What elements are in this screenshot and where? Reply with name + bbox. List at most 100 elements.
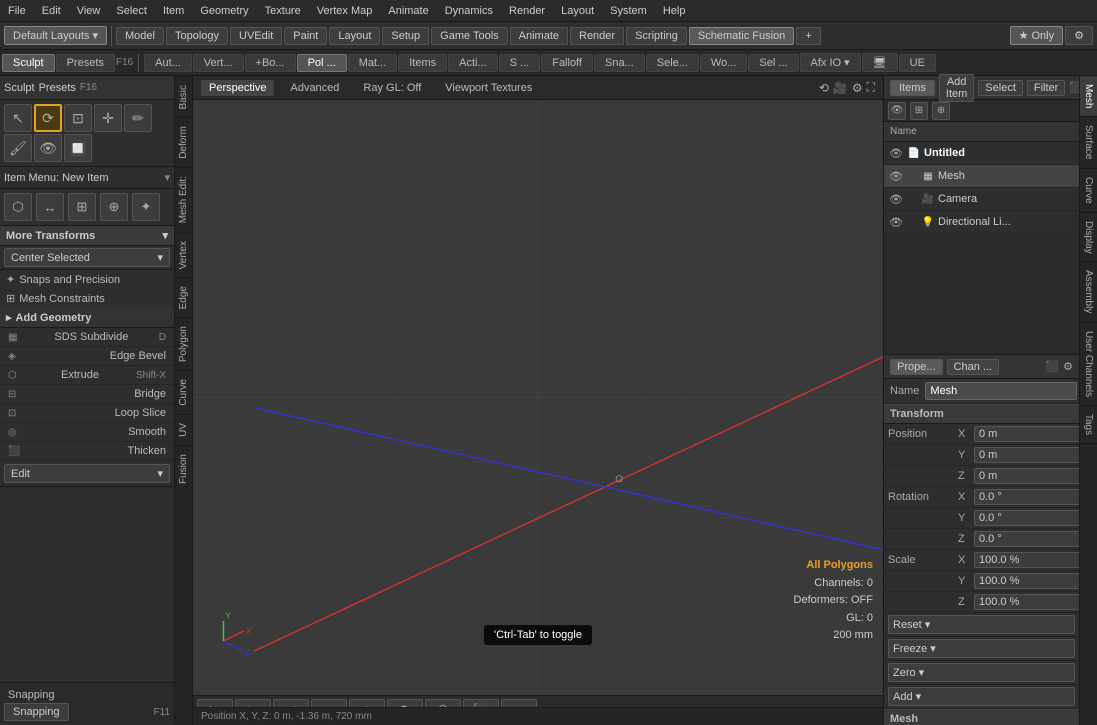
brush-falloff[interactable]: Falloff — [541, 54, 593, 72]
select-btn[interactable]: Select — [978, 80, 1023, 96]
tab-uvedit[interactable]: UVEdit — [230, 27, 282, 45]
menu-texture[interactable]: Texture — [257, 3, 309, 19]
tool-bridge[interactable]: ⊟ Bridge — [0, 385, 174, 404]
vert-tab-polygon[interactable]: Polygon — [175, 317, 192, 370]
menu-select[interactable]: Select — [108, 3, 155, 19]
brush-bo[interactable]: +Bo... — [245, 54, 296, 72]
snaps-precision-item[interactable]: ✦ Snaps and Precision — [0, 270, 174, 289]
right-vert-tab-userchannels[interactable]: User Channels — [1080, 323, 1097, 406]
more-transforms-header[interactable]: More Transforms ▾ — [0, 226, 174, 246]
right-vert-tab-assembly[interactable]: Assembly — [1080, 262, 1097, 322]
menu-animate[interactable]: Animate — [380, 3, 436, 19]
scale-x-input[interactable] — [974, 552, 1079, 568]
brush-items[interactable]: Items — [398, 54, 447, 72]
menu-geometry[interactable]: Geometry — [192, 3, 256, 19]
tool-rotate[interactable]: ⟳ — [34, 104, 62, 132]
vert-tab-uv[interactable]: UV — [175, 414, 192, 445]
pos-y-input[interactable] — [974, 447, 1079, 463]
tree-item-directional-light[interactable]: 👁 💡 Directional Li... — [884, 211, 1079, 234]
tab-gametools[interactable]: Game Tools — [431, 27, 508, 45]
tx-icon1[interactable]: ⬡ — [4, 193, 32, 221]
settings-btn[interactable]: ⚙ — [1065, 26, 1093, 45]
filter-btn[interactable]: Filter — [1027, 80, 1065, 96]
menu-system[interactable]: System — [602, 3, 655, 19]
items-tb-icon1[interactable]: 👁 — [888, 102, 906, 120]
tx-icon2[interactable]: ↔ — [36, 193, 64, 221]
vp-tab-textures[interactable]: Viewport Textures — [437, 80, 540, 96]
brush-wo[interactable]: Wo... — [700, 54, 747, 72]
menu-render[interactable]: Render — [501, 3, 553, 19]
tool-eye[interactable]: 👁 — [34, 134, 62, 162]
right-vert-tab-surface[interactable]: Surface — [1080, 117, 1097, 168]
add-geometry-header[interactable]: ▸ Add Geometry — [0, 308, 174, 328]
brush-ue[interactable]: UE — [899, 54, 936, 72]
tab-render[interactable]: Render — [570, 27, 624, 45]
pos-x-input[interactable] — [974, 426, 1079, 442]
zero-btn[interactable]: Zero ▾ — [888, 663, 1075, 682]
brush-sele[interactable]: Sele... — [646, 54, 699, 72]
vert-tab-basic[interactable]: Basic — [175, 76, 192, 117]
vp-icon-expand[interactable]: ⛶ — [867, 80, 875, 95]
tool-brush[interactable]: 🖌 — [4, 134, 32, 162]
tool-edge-bevel[interactable]: ◈ Edge Bevel — [0, 347, 174, 366]
brush-monitor[interactable]: 🖥 — [862, 53, 898, 72]
vert-tab-vertex[interactable]: Vertex — [175, 232, 192, 277]
sculpt-mode-btn[interactable]: Sculpt — [2, 54, 55, 72]
add-item-btn[interactable]: Add Item — [939, 74, 974, 102]
items-tab[interactable]: Items — [890, 80, 935, 96]
tool-scale[interactable]: ⊡ — [64, 104, 92, 132]
vert-tab-curve[interactable]: Curve — [175, 370, 192, 414]
tx-icon5[interactable]: ✦ — [132, 193, 160, 221]
brush-acti[interactable]: Acti... — [448, 54, 498, 72]
vp-tab-raygl[interactable]: Ray GL: Off — [355, 80, 429, 96]
menu-layout[interactable]: Layout — [553, 3, 602, 19]
snapping-button[interactable]: Snapping — [4, 703, 69, 721]
tool-cursor[interactable]: 🔲 — [64, 134, 92, 162]
right-vert-tab-tags[interactable]: Tags — [1080, 406, 1097, 444]
items-tb-icon3[interactable]: ⊕ — [932, 102, 950, 120]
menu-view[interactable]: View — [69, 3, 109, 19]
tree-item-mesh[interactable]: 👁 ▦ Mesh — [884, 165, 1079, 188]
edit-btn[interactable]: Edit ▾ — [4, 464, 170, 483]
props-tab-properties[interactable]: Prope... — [890, 359, 943, 375]
props-expand-icon[interactable]: ⬛ — [1045, 360, 1059, 373]
eye-light[interactable]: 👁 — [888, 214, 904, 230]
star-only-btn[interactable]: ★ Only — [1010, 26, 1064, 45]
right-vert-tab-curve[interactable]: Curve — [1080, 169, 1097, 213]
brush-sna[interactable]: Sna... — [594, 54, 645, 72]
tool-arrow[interactable]: ↖ — [4, 104, 32, 132]
scale-y-input[interactable] — [974, 573, 1079, 589]
tool-smooth[interactable]: ◎ Smooth — [0, 423, 174, 442]
center-selected-row[interactable]: Center Selected ▾ — [0, 246, 174, 270]
tab-layout[interactable]: Layout — [329, 27, 380, 45]
tree-item-untitled[interactable]: 👁 📄 Untitled — [884, 142, 1079, 165]
eye-untitled[interactable]: 👁 — [888, 145, 904, 161]
brush-auto[interactable]: Aut... — [144, 54, 192, 72]
edit-row[interactable]: Edit ▾ — [0, 461, 174, 487]
brush-afxio[interactable]: Afx IO ▾ — [800, 53, 861, 72]
vp-canvas[interactable]: X Z Y 'Ctrl-Tab' to toggle All Polygons … — [193, 100, 883, 695]
rot-z-input[interactable] — [974, 531, 1079, 547]
tab-schematicfusion[interactable]: Schematic Fusion — [689, 27, 794, 45]
vp-tab-advanced[interactable]: Advanced — [282, 80, 347, 96]
eye-camera[interactable]: 👁 — [888, 191, 904, 207]
menu-help[interactable]: Help — [655, 3, 694, 19]
tool-thicken[interactable]: ⬛ Thicken — [0, 442, 174, 461]
freeze-btn[interactable]: Freeze ▾ — [888, 639, 1075, 658]
menu-file[interactable]: File — [0, 3, 34, 19]
pos-z-input[interactable] — [974, 468, 1079, 484]
vert-tab-deform[interactable]: Deform — [175, 117, 192, 167]
vp-icon-settings[interactable]: ⚙ — [852, 81, 863, 95]
menu-vertexmap[interactable]: Vertex Map — [309, 3, 381, 19]
mesh-constraints-item[interactable]: ⊞ Mesh Constraints — [0, 289, 174, 308]
reset-btn[interactable]: Reset ▾ — [888, 615, 1075, 634]
item-menu-row[interactable]: Item Menu: New Item ▾ — [0, 167, 174, 189]
vp-icon-reset[interactable]: ⟲ — [819, 81, 829, 95]
right-vert-tab-mesh[interactable]: Mesh — [1080, 76, 1097, 117]
rot-x-input[interactable] — [974, 489, 1079, 505]
tx-icon4[interactable]: ⊕ — [100, 193, 128, 221]
brush-mat[interactable]: Mat... — [348, 54, 398, 72]
tab-paint[interactable]: Paint — [284, 27, 327, 45]
scale-z-input[interactable] — [974, 594, 1079, 610]
vert-tab-edge[interactable]: Edge — [175, 277, 192, 317]
